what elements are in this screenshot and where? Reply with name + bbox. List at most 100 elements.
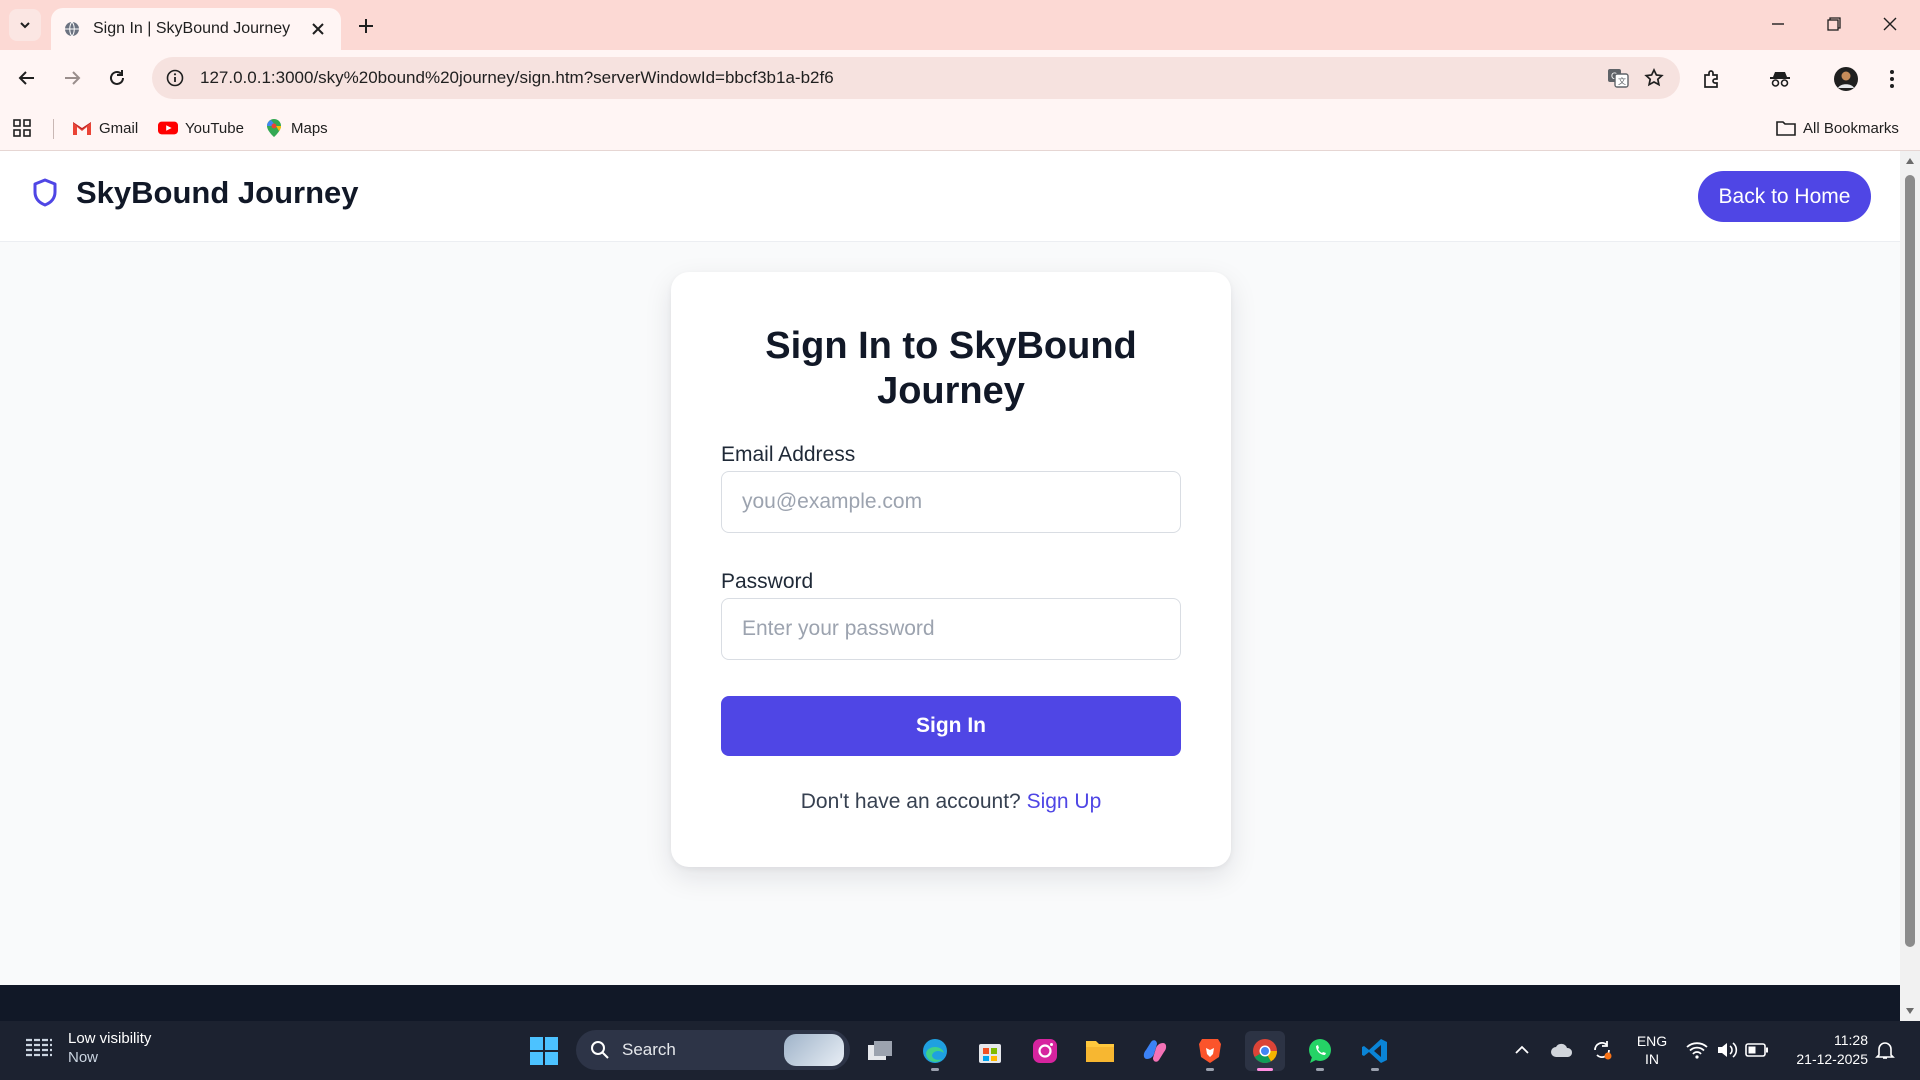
language-code: ENG [1636,1033,1668,1049]
weather-subtitle: Now [68,1049,99,1066]
password-label: Password [721,570,814,593]
wifi-icon[interactable] [1684,1037,1710,1063]
reload-button[interactable] [100,61,134,95]
weather-widget[interactable]: Low visibility Now [22,1029,151,1067]
show-hidden-icons-chevron-icon[interactable] [1509,1037,1535,1063]
address-bar[interactable]: 127.0.0.1:3000/sky%20bound%20journey/sig… [152,57,1680,99]
brave-icon [1199,1039,1221,1063]
maps-icon [264,118,284,138]
close-tab-icon[interactable] [307,18,329,40]
running-indicator [1206,1068,1214,1071]
taskbar-search[interactable]: Search [576,1030,850,1070]
input-language-indicator[interactable]: ENG IN [1634,1032,1670,1068]
restore-button[interactable] [1814,8,1854,40]
start-button[interactable] [524,1031,564,1071]
system-clock[interactable]: 11:28 21-12-2025 [1782,1031,1868,1069]
tab-search-button[interactable] [9,9,41,41]
search-label: Search [622,1040,676,1059]
windows-taskbar: Low visibility Now Search ENG IN 11:28 2… [0,1021,1920,1080]
running-indicator [931,1068,939,1071]
scroll-thumb[interactable] [1905,175,1915,947]
scroll-down-icon[interactable] [1904,1005,1916,1017]
bookmark-star-icon[interactable] [1636,60,1672,96]
onedrive-cloud-icon[interactable] [1549,1037,1575,1063]
back-to-home-button[interactable]: Back to Home [1698,171,1871,222]
all-bookmarks-button[interactable]: All Bookmarks [1776,115,1899,141]
vscode-icon [1362,1039,1387,1063]
more-menu-icon[interactable] [1874,61,1910,97]
signup-prompt: Don't have an account? Sign Up [671,790,1231,814]
search-highlight-image [784,1034,844,1066]
url-text[interactable]: 127.0.0.1:3000/sky%20bound%20journey/sig… [200,68,1600,88]
plus-icon [359,19,373,33]
battery-icon[interactable] [1744,1037,1770,1063]
close-window-button[interactable] [1870,8,1910,40]
bookmark-label: YouTube [185,119,244,137]
taskbar-edge[interactable] [915,1031,955,1071]
region-code: IN [1645,1051,1659,1067]
chevron-down-icon [20,22,30,29]
windows-icon [530,1037,558,1065]
restore-icon [1827,17,1841,31]
weather-title: Low visibility [68,1030,152,1047]
extensions-icon[interactable] [1694,61,1730,97]
forward-button[interactable] [55,61,89,95]
password-field[interactable] [721,598,1181,660]
sign-up-link[interactable]: Sign Up [1027,790,1102,813]
bookmarks-bar: Gmail YouTube Maps All Bookmarks [0,107,1920,151]
no-account-text: Don't have an account? [800,790,1021,813]
instagram-icon [1033,1039,1057,1063]
brand-name: SkyBound Journey [76,175,359,210]
new-tab-button[interactable] [352,12,380,40]
clock-time: 11:28 [1834,1032,1868,1048]
youtube-icon [158,118,178,138]
email-field[interactable] [721,471,1181,533]
all-bookmarks-label: All Bookmarks [1803,119,1899,137]
translate-icon[interactable]: G文 [1600,60,1636,96]
page-footer [0,985,1900,1021]
bookmark-gmail[interactable]: Gmail [72,115,138,141]
page-scrollbar[interactable] [1900,151,1920,1021]
edge-icon [923,1039,947,1063]
incognito-icon[interactable] [1762,61,1798,97]
notifications-icon[interactable] [1872,1037,1898,1063]
folder-icon [1776,118,1796,138]
scroll-up-icon[interactable] [1904,155,1916,167]
running-indicator [1316,1068,1324,1071]
site-header: SkyBound Journey Back to Home [0,151,1900,242]
apps-grid-icon[interactable] [13,115,31,141]
chrome-icon [1253,1039,1277,1064]
taskbar-file-explorer[interactable] [1080,1031,1120,1071]
bookmark-maps[interactable]: Maps [264,115,328,141]
taskbar-store[interactable] [970,1031,1010,1071]
taskbar-copilot[interactable] [1135,1031,1175,1071]
active-indicator [1257,1068,1273,1071]
site-info-icon[interactable] [160,63,190,93]
bookmark-label: Maps [291,119,328,137]
reload-icon [110,70,124,85]
task-view-button[interactable] [860,1031,900,1071]
back-button[interactable] [10,61,44,95]
sign-in-button[interactable]: Sign In [721,696,1181,756]
brand[interactable]: SkyBound Journey [30,175,359,211]
taskbar-whatsapp[interactable] [1300,1031,1340,1071]
taskbar-instagram[interactable] [1025,1031,1065,1071]
profile-avatar[interactable] [1828,61,1864,97]
running-indicator [1371,1068,1379,1071]
whatsapp-icon [1309,1039,1331,1063]
taskbar-chrome[interactable] [1245,1031,1285,1071]
volume-icon[interactable] [1714,1037,1740,1063]
browser-tab-bar: Sign In | SkyBound Journey [0,0,1920,50]
close-icon [1883,17,1897,31]
sync-icon[interactable] [1589,1037,1615,1063]
taskbar-brave[interactable] [1190,1031,1230,1071]
taskbar-vscode[interactable] [1355,1031,1395,1071]
minimize-button[interactable] [1758,8,1798,40]
arrow-right-icon [65,71,81,85]
bookmarks-separator [53,119,54,139]
signin-title: Sign In to SkyBound Journey [765,325,1137,412]
browser-tab-active[interactable]: Sign In | SkyBound Journey [51,8,341,50]
store-icon [979,1044,1001,1063]
tab-title: Sign In | SkyBound Journey [93,20,291,37]
bookmark-youtube[interactable]: YouTube [158,115,244,141]
